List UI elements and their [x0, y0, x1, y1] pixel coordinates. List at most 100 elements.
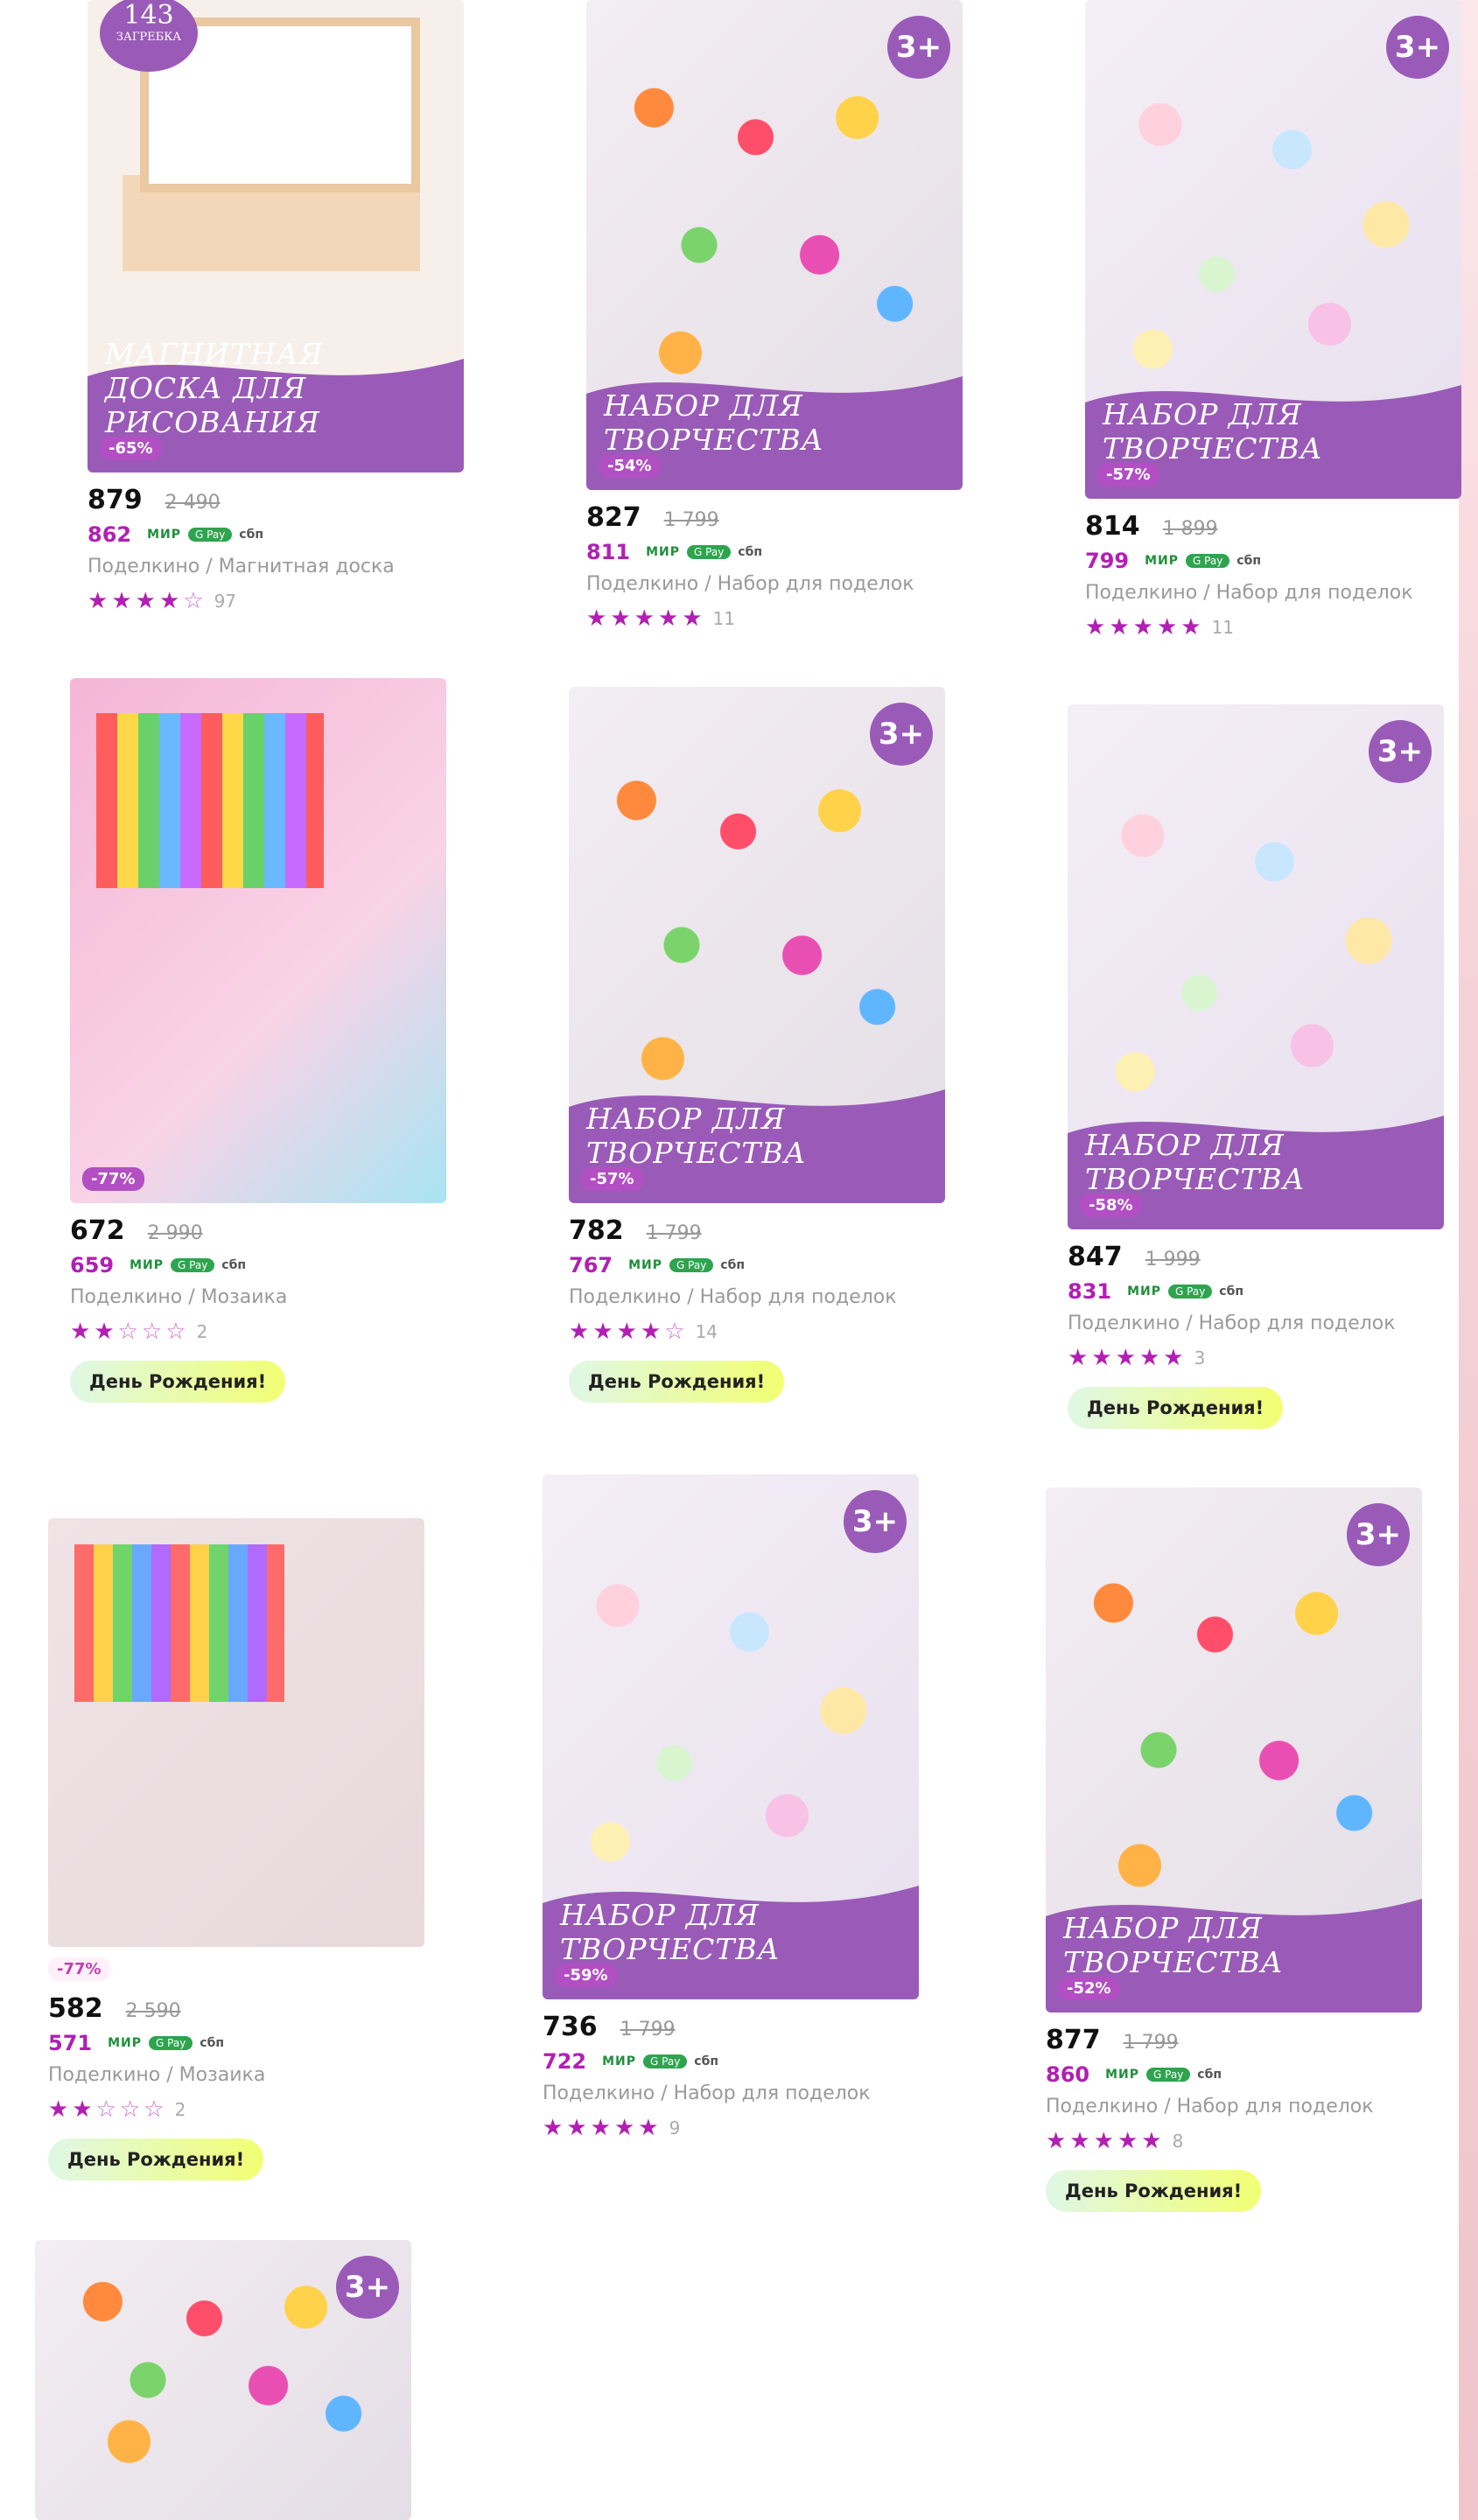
- product-category[interactable]: Поделкино / Набор для поделок: [543, 2082, 936, 2104]
- product-banner-title: Набор для творчества: [1103, 397, 1323, 466]
- product-banner-title: Набор для творчества: [604, 388, 824, 457]
- product-card[interactable]: Набор для творчества 3+ -54% 827 1 799 811 МИР…: [586, 0, 980, 632]
- sbp-logo: сбп: [1219, 1284, 1244, 1298]
- product-category[interactable]: Поделкино / Магнитная доска: [88, 556, 481, 578]
- old-price: 2 990: [147, 1222, 203, 1244]
- card-price: 831: [1068, 1279, 1112, 1304]
- review-count[interactable]: 9: [669, 2118, 681, 2138]
- mir-logo: МИР: [1145, 554, 1180, 568]
- product-category[interactable]: Поделкино / Набор для поделок: [569, 1286, 963, 1308]
- gpay-logo: G Pay: [171, 1258, 215, 1272]
- product-card[interactable]: Набор для творчества 3+ -58% 847 1 999 831 МИР…: [1068, 704, 1461, 1429]
- mir-logo: МИР: [602, 2054, 637, 2068]
- old-price: 1 799: [646, 1222, 702, 1244]
- review-count[interactable]: 2: [175, 2099, 186, 2120]
- product-image[interactable]: Набор для творчества 3+ -57%: [569, 687, 945, 1203]
- rating: ★ ★ ☆ ☆ ☆ 2: [48, 2096, 442, 2123]
- product-image[interactable]: 3+: [35, 2240, 411, 2520]
- product-card[interactable]: Набор для творчества 3+ -57% 814 1 899 799 МИР…: [1085, 0, 1478, 640]
- product-image[interactable]: Набор для творчества 3+ -54%: [586, 0, 963, 490]
- price-row: 814 1 899: [1085, 511, 1478, 542]
- product-image[interactable]: Набор для творчества 3+ -57%: [1085, 0, 1461, 499]
- birthday-badge[interactable]: День Рождения!: [70, 1361, 286, 1403]
- star-icon: ★: [1068, 1345, 1089, 1371]
- price: 877: [1046, 2025, 1101, 2055]
- star-icon: ★: [616, 1319, 637, 1345]
- product-card[interactable]: Набор для творчества 3+ -52% 877 1 799 860 МИР…: [1046, 1488, 1439, 2212]
- birthday-badge[interactable]: День Рождения!: [569, 1361, 785, 1403]
- star-icon: ★: [1141, 2128, 1162, 2154]
- card-price: 862: [88, 522, 132, 547]
- product-banner-title: Набор для творчества: [560, 1898, 781, 1966]
- card-price: 571: [48, 2031, 93, 2055]
- product-card[interactable]: Набор для творчества 3+ -59% 736 1 799 722 МИР…: [543, 1474, 936, 2141]
- product-category[interactable]: Поделкино / Набор для поделок: [1068, 1312, 1461, 1334]
- payment-methods: МИР G Pay сбп: [1127, 1284, 1243, 1298]
- product-card[interactable]: -77% 672 2 990 659 МИР G Pay сбп Поделкино / Мо…: [70, 678, 464, 1403]
- discount-badge: -54%: [599, 454, 661, 478]
- gpay-logo: G Pay: [149, 2036, 193, 2050]
- card-price: 767: [569, 1253, 613, 1278]
- product-card[interactable]: 3+: [35, 2240, 429, 2520]
- sbp-logo: сбп: [239, 528, 264, 542]
- review-count[interactable]: 14: [696, 1321, 718, 1342]
- payment-methods: МИР G Pay сбп: [646, 545, 762, 559]
- review-count[interactable]: 11: [713, 608, 735, 629]
- price: 847: [1068, 1242, 1123, 1272]
- review-count[interactable]: 11: [1212, 617, 1234, 638]
- price: 814: [1085, 511, 1140, 542]
- product-image[interactable]: [48, 1518, 424, 1947]
- card-price: 860: [1046, 2062, 1090, 2087]
- sbp-logo: сбп: [221, 1258, 247, 1272]
- old-price: 1 799: [620, 2019, 676, 2040]
- product-category[interactable]: Поделкино / Набор для поделок: [586, 573, 980, 595]
- birthday-badge[interactable]: День Рождения!: [48, 2138, 264, 2180]
- product-category[interactable]: Поделкино / Набор для поделок: [1046, 2096, 1439, 2118]
- star-icon: ★: [592, 1319, 613, 1345]
- star-icon: ★: [1156, 614, 1178, 640]
- review-count[interactable]: 97: [214, 591, 236, 612]
- review-count[interactable]: 3: [1194, 1348, 1206, 1368]
- discount-badge: -57%: [1097, 463, 1159, 486]
- birthday-badge[interactable]: День Рождения!: [1068, 1387, 1284, 1429]
- mir-logo: МИР: [1105, 2068, 1140, 2082]
- product-image[interactable]: Набор для творчества 3+ -52%: [1046, 1488, 1422, 2012]
- product-category[interactable]: Поделкино / Мозаика: [48, 2064, 442, 2086]
- age-badge: 3+: [887, 16, 950, 79]
- old-price: 1 799: [1123, 2032, 1179, 2054]
- review-count[interactable]: 8: [1173, 2131, 1184, 2152]
- product-category[interactable]: Поделкино / Набор для поделок: [1085, 582, 1478, 604]
- discount-badge: -65%: [100, 437, 162, 460]
- product-card[interactable]: Магнитная доска для рисования 143 ЗАГРЕБКА…: [88, 0, 481, 614]
- discount-badge: -58%: [1080, 1194, 1142, 1217]
- star-icon: ☆: [117, 1319, 138, 1345]
- star-icon: ★: [1132, 614, 1153, 640]
- age-badge: 3+: [870, 703, 933, 766]
- product-image[interactable]: Набор для творчества 3+ -59%: [543, 1474, 919, 1999]
- card-price: 722: [543, 2049, 587, 2074]
- star-icon: ★: [634, 606, 655, 632]
- product-banner-title: Магнитная доска для рисования: [105, 337, 324, 439]
- payment-methods: МИР G Pay сбп: [1145, 554, 1261, 568]
- product-photo: [70, 678, 446, 1203]
- mir-logo: МИР: [646, 545, 681, 559]
- product-card[interactable]: Набор для творчества 3+ -57% 782 1 799 767 МИР…: [569, 687, 963, 1403]
- product-image[interactable]: Магнитная доска для рисования 143 ЗАГРЕБКА…: [88, 0, 464, 472]
- card-price-row: 767 МИР G Pay сбп: [569, 1253, 963, 1278]
- product-category[interactable]: Поделкино / Мозаика: [70, 1286, 464, 1308]
- price: 827: [586, 502, 641, 533]
- star-icon: ★: [1138, 1345, 1160, 1371]
- product-image[interactable]: -77%: [70, 678, 446, 1203]
- price-row: 582 2 590: [48, 1993, 442, 2024]
- product-image[interactable]: Набор для творчества 3+ -58%: [1068, 704, 1444, 1229]
- rating: ★ ★ ★ ★ ☆ 97: [88, 588, 481, 614]
- product-card[interactable]: -77% 582 2 590 571 МИР G Pay сбп Поделкино / Мо…: [48, 1518, 442, 2180]
- star-icon: ★: [158, 588, 180, 614]
- birthday-badge[interactable]: День Рождения!: [1046, 2170, 1262, 2212]
- age-badge: 3+: [1369, 720, 1432, 783]
- star-icon: ☆: [119, 2096, 141, 2123]
- review-count[interactable]: 2: [197, 1321, 208, 1342]
- product-banner-title: Набор для творчества: [586, 1102, 807, 1170]
- price-row: 782 1 799: [569, 1215, 963, 1246]
- mir-logo: МИР: [1127, 1284, 1162, 1298]
